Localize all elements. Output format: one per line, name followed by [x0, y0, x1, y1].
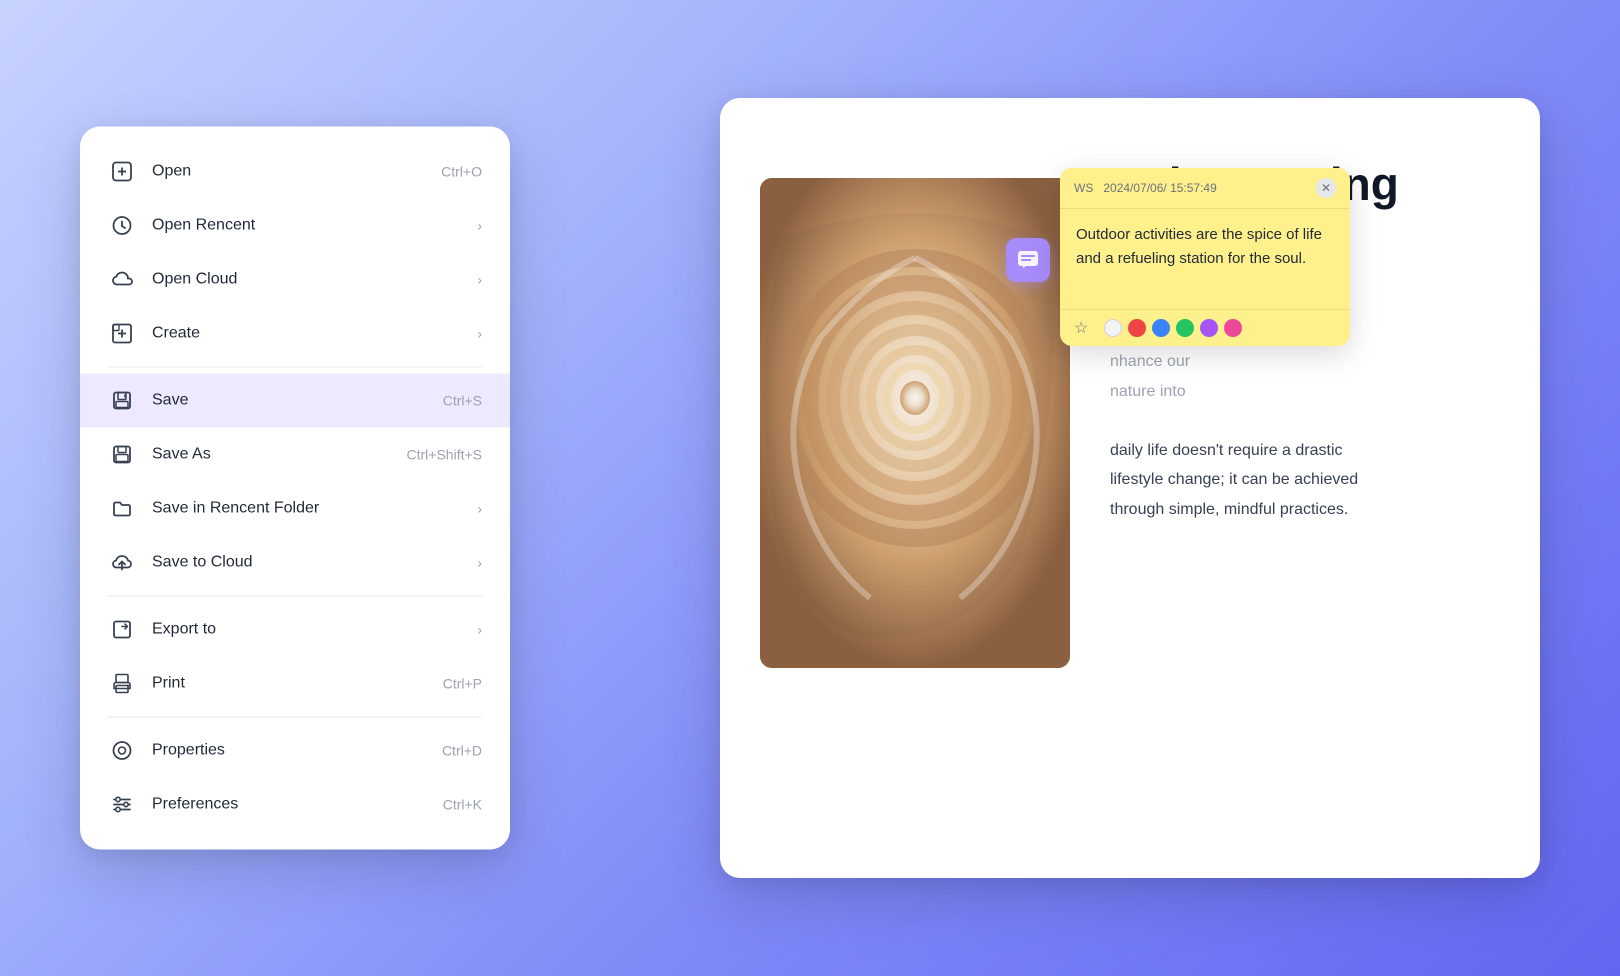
clock-icon — [108, 212, 136, 240]
color-dot-green[interactable] — [1176, 319, 1194, 337]
chevron-right-icon-5: › — [477, 555, 482, 571]
menu-item-print[interactable]: Print Ctrl+P — [80, 657, 510, 711]
sticky-close-button[interactable]: ✕ — [1316, 178, 1336, 198]
color-dot-white[interactable] — [1104, 319, 1122, 337]
menu-shortcut-save-as: Ctrl+Shift+S — [407, 447, 482, 463]
color-picker — [1104, 319, 1242, 337]
menu-item-save-as[interactable]: Save As Ctrl+Shift+S — [80, 428, 510, 482]
chevron-right-icon-4: › — [477, 501, 482, 517]
menu-item-save-recent[interactable]: Save in Rencent Folder › — [80, 482, 510, 536]
menu-item-export[interactable]: Export to › — [80, 603, 510, 657]
star-icon[interactable]: ☆ — [1074, 318, 1088, 338]
image-container — [760, 178, 1070, 668]
document-panel: RejuvenatingActivities world, with nhanc… — [720, 98, 1540, 878]
sticky-body: Outdoor activities are the spice of life… — [1060, 209, 1350, 309]
sticky-footer: ☆ — [1060, 309, 1350, 346]
chevron-right-icon: › — [477, 218, 482, 234]
export-icon — [108, 616, 136, 644]
menu-item-properties[interactable]: Properties Ctrl+D — [80, 724, 510, 778]
menu-shortcut-properties: Ctrl+D — [442, 743, 482, 759]
open-icon — [108, 158, 136, 186]
menu-item-open-recent[interactable]: Open Rencent › — [80, 199, 510, 253]
cloud-download-icon — [108, 266, 136, 294]
sticky-note: WS 2024/07/06/ 15:57:49 ✕ Outdoor activi… — [1060, 168, 1350, 346]
sticky-user: WS — [1074, 181, 1100, 195]
sticky-header: WS 2024/07/06/ 15:57:49 ✕ — [1060, 168, 1350, 209]
menu-item-open-cloud[interactable]: Open Cloud › — [80, 253, 510, 307]
divider-1 — [108, 367, 482, 368]
menu-item-preferences[interactable]: Preferences Ctrl+K — [80, 778, 510, 832]
divider-2 — [108, 596, 482, 597]
menu-shortcut-save: Ctrl+S — [443, 393, 482, 409]
divider-3 — [108, 717, 482, 718]
sticky-meta: WS 2024/07/06/ 15:57:49 — [1074, 181, 1217, 195]
folder-icon — [108, 495, 136, 523]
menu-item-create[interactable]: Create › — [80, 307, 510, 361]
chevron-right-icon-3: › — [477, 326, 482, 342]
menu-item-save[interactable]: Save Ctrl+S — [80, 374, 510, 428]
menu-shortcut-preferences: Ctrl+K — [443, 797, 482, 813]
save-icon — [108, 387, 136, 415]
doc-content: RejuvenatingActivities world, with nhanc… — [720, 98, 1540, 878]
menu-label-create: Create — [152, 325, 477, 343]
color-dot-blue[interactable] — [1152, 319, 1170, 337]
sticky-timestamp: 2024/07/06/ 15:57:49 — [1103, 181, 1216, 195]
menu-shortcut-open: Ctrl+O — [441, 164, 482, 180]
context-menu: Open Ctrl+O Open Rencent › Open Clou — [80, 127, 510, 850]
menu-label-open: Open — [152, 163, 441, 181]
menu-label-open-recent: Open Rencent — [152, 217, 477, 235]
chat-bubble-icon — [1006, 238, 1050, 282]
menu-shortcut-print: Ctrl+P — [443, 676, 482, 692]
menu-label-save-recent: Save in Rencent Folder — [152, 500, 477, 518]
save-as-icon — [108, 441, 136, 469]
menu-label-open-cloud: Open Cloud — [152, 271, 477, 289]
menu-label-save: Save — [152, 392, 443, 410]
preferences-icon — [108, 791, 136, 819]
menu-item-open[interactable]: Open Ctrl+O — [80, 145, 510, 199]
cloud-upload-icon — [108, 549, 136, 577]
menu-label-properties: Properties — [152, 742, 442, 760]
color-dot-pink[interactable] — [1224, 319, 1242, 337]
menu-label-preferences: Preferences — [152, 796, 443, 814]
menu-item-save-cloud[interactable]: Save to Cloud › — [80, 536, 510, 590]
menu-label-print: Print — [152, 675, 443, 693]
main-scene: Open Ctrl+O Open Rencent › Open Clou — [0, 0, 1620, 976]
chevron-right-icon-6: › — [477, 622, 482, 638]
menu-label-export: Export to — [152, 621, 477, 639]
menu-label-save-as: Save As — [152, 446, 407, 464]
create-icon — [108, 320, 136, 348]
print-icon — [108, 670, 136, 698]
chevron-right-icon-2: › — [477, 272, 482, 288]
color-dot-purple[interactable] — [1200, 319, 1218, 337]
color-dot-red[interactable] — [1128, 319, 1146, 337]
properties-icon — [108, 737, 136, 765]
menu-label-save-cloud: Save to Cloud — [152, 554, 477, 572]
